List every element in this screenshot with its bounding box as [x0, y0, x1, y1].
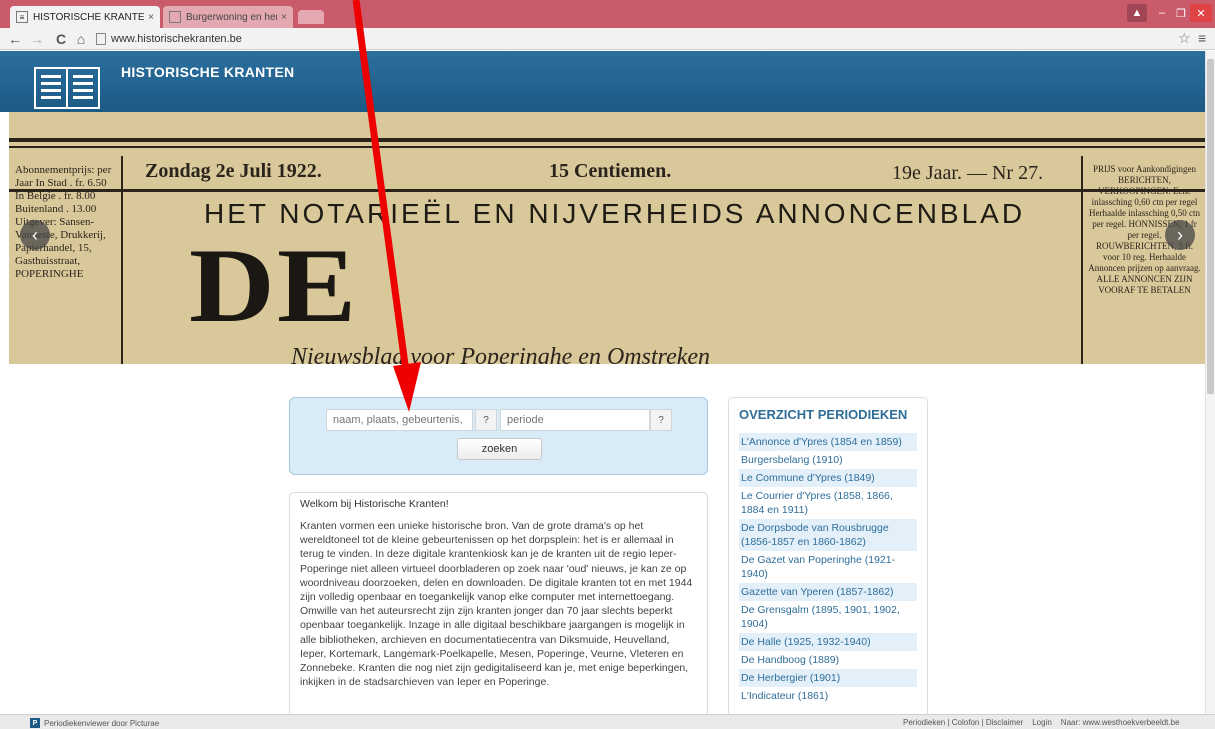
- scrollbar-thumb[interactable]: [1207, 59, 1214, 394]
- forward-arrow-icon[interactable]: →: [28, 30, 46, 48]
- url-text: www.historischekranten.be: [111, 33, 242, 45]
- minimize-icon[interactable]: –: [1153, 4, 1171, 22]
- footer-credit: P Periodiekenviewer door Picturae: [30, 718, 159, 728]
- bookmark-star-icon[interactable]: ☆: [1178, 30, 1191, 47]
- periodical-link[interactable]: L'Annonce d'Ypres (1854 en 1859): [739, 433, 917, 451]
- periodical-link[interactable]: Gazette van Yperen (1857-1862): [739, 583, 917, 601]
- browser-menu-icon[interactable]: ≡: [1198, 30, 1206, 46]
- user-profile-icon[interactable]: ▲: [1127, 4, 1147, 22]
- maximize-icon[interactable]: ❐: [1172, 4, 1190, 22]
- reload-icon[interactable]: C: [52, 30, 70, 48]
- periodical-link[interactable]: De Halle (1925, 1932-1940): [739, 633, 917, 651]
- periodicals-panel: OVERZICHT PERIODIEKEN L'Annonce d'Ypres …: [728, 397, 928, 717]
- newspaper-banner-carousel: Abonnementprijs: per Jaar In Stad . fr. …: [9, 112, 1205, 364]
- search-button[interactable]: zoeken: [457, 438, 542, 460]
- periodical-link[interactable]: De Gazet van Poperinghe (1921-1940): [739, 551, 917, 583]
- tab-burgerwoning[interactable]: Burgerwoning en herberg ×: [163, 6, 293, 28]
- close-window-icon[interactable]: ✕: [1190, 4, 1212, 22]
- page-favicon-icon: [169, 11, 181, 23]
- carousel-prev-icon[interactable]: ‹: [20, 220, 50, 250]
- footer: P Periodiekenviewer door Picturae Period…: [0, 714, 1215, 729]
- search-help-button[interactable]: ?: [475, 409, 497, 431]
- banner-motto: Nieuwsblad voor Poperinghe en Omstreken: [291, 344, 711, 364]
- column-divider: [121, 156, 123, 364]
- periodical-link[interactable]: Le Commune d'Ypres (1849): [739, 469, 917, 487]
- tab-historische-kranten[interactable]: ≡ HISTORISCHE KRANTEN ×: [10, 6, 160, 28]
- rule-line: [9, 138, 1205, 142]
- site-header: HISTORISCHE KRANTEN: [0, 51, 1205, 112]
- page-scrollbar[interactable]: [1205, 51, 1215, 714]
- footer-link-pages[interactable]: Periodieken | Colofon | Disclaimer: [903, 718, 1023, 727]
- banner-issue: 19e Jaar. — Nr 27.: [892, 162, 1044, 184]
- carousel-next-icon[interactable]: ›: [1165, 220, 1195, 250]
- address-bar: ← → C ⌂ www.historischekranten.be ☆ ≡: [0, 28, 1215, 50]
- footer-credit-text[interactable]: Periodiekenviewer door Picturae: [44, 719, 159, 728]
- back-arrow-icon[interactable]: ←: [6, 30, 24, 48]
- tab-title: Burgerwoning en herberg: [186, 11, 277, 23]
- page-favicon-icon: ≡: [16, 11, 28, 23]
- periodical-link[interactable]: Le Courrier d'Ypres (1858, 1866, 1884 en…: [739, 487, 917, 519]
- site-title[interactable]: HISTORISCHE KRANTEN: [121, 64, 294, 80]
- period-help-button[interactable]: ?: [650, 409, 672, 431]
- welcome-text: Kranten vormen een unieke historische br…: [300, 520, 693, 689]
- footer-link-westhoek[interactable]: Naar: www.westhoekverbeeldt.be: [1061, 718, 1180, 727]
- rule-line: [9, 146, 1205, 148]
- rule-line: [9, 189, 1205, 192]
- footer-links: Periodieken | Colofon | Disclaimer Login…: [903, 718, 1180, 727]
- periodical-link[interactable]: De Grensgalm (1895, 1901, 1902, 1904): [739, 601, 917, 633]
- banner-price: 15 Centiemen.: [549, 160, 672, 182]
- search-query-input[interactable]: [326, 409, 473, 431]
- periodical-link[interactable]: De Herbergier (1901): [739, 669, 917, 687]
- banner-date: Zondag 2e Juli 1922.: [145, 160, 322, 182]
- search-panel: ? ? zoeken: [289, 397, 708, 475]
- periodical-link[interactable]: Burgersbelang (1910): [739, 451, 917, 469]
- new-tab-button[interactable]: [298, 10, 324, 24]
- welcome-panel: Welkom bij Historische Kranten! Kranten …: [289, 492, 708, 717]
- periodical-link[interactable]: De Handboog (1889): [739, 651, 917, 669]
- url-field[interactable]: www.historischekranten.be: [96, 30, 1196, 48]
- periodical-link[interactable]: L'Indicateur (1861): [739, 687, 917, 705]
- tab-close-icon[interactable]: ×: [148, 12, 154, 23]
- welcome-title: Welkom bij Historische Kranten!: [300, 498, 449, 510]
- picturae-logo-icon: P: [30, 718, 40, 728]
- period-input[interactable]: [500, 409, 650, 431]
- page-icon: [96, 33, 106, 45]
- newspaper-logo-icon[interactable]: [34, 67, 100, 109]
- tab-close-icon[interactable]: ×: [281, 12, 287, 23]
- footer-link-login[interactable]: Login: [1032, 718, 1052, 727]
- home-icon[interactable]: ⌂: [72, 30, 90, 48]
- tab-title: HISTORISCHE KRANTEN: [33, 11, 145, 23]
- browser-tab-strip: ≡ HISTORISCHE KRANTEN × Burgerwoning en …: [0, 0, 1215, 28]
- periodicals-title: OVERZICHT PERIODIEKEN: [739, 407, 908, 422]
- periodical-link[interactable]: De Dorpsbode van Rousbrugge (1856-1857 e…: [739, 519, 917, 551]
